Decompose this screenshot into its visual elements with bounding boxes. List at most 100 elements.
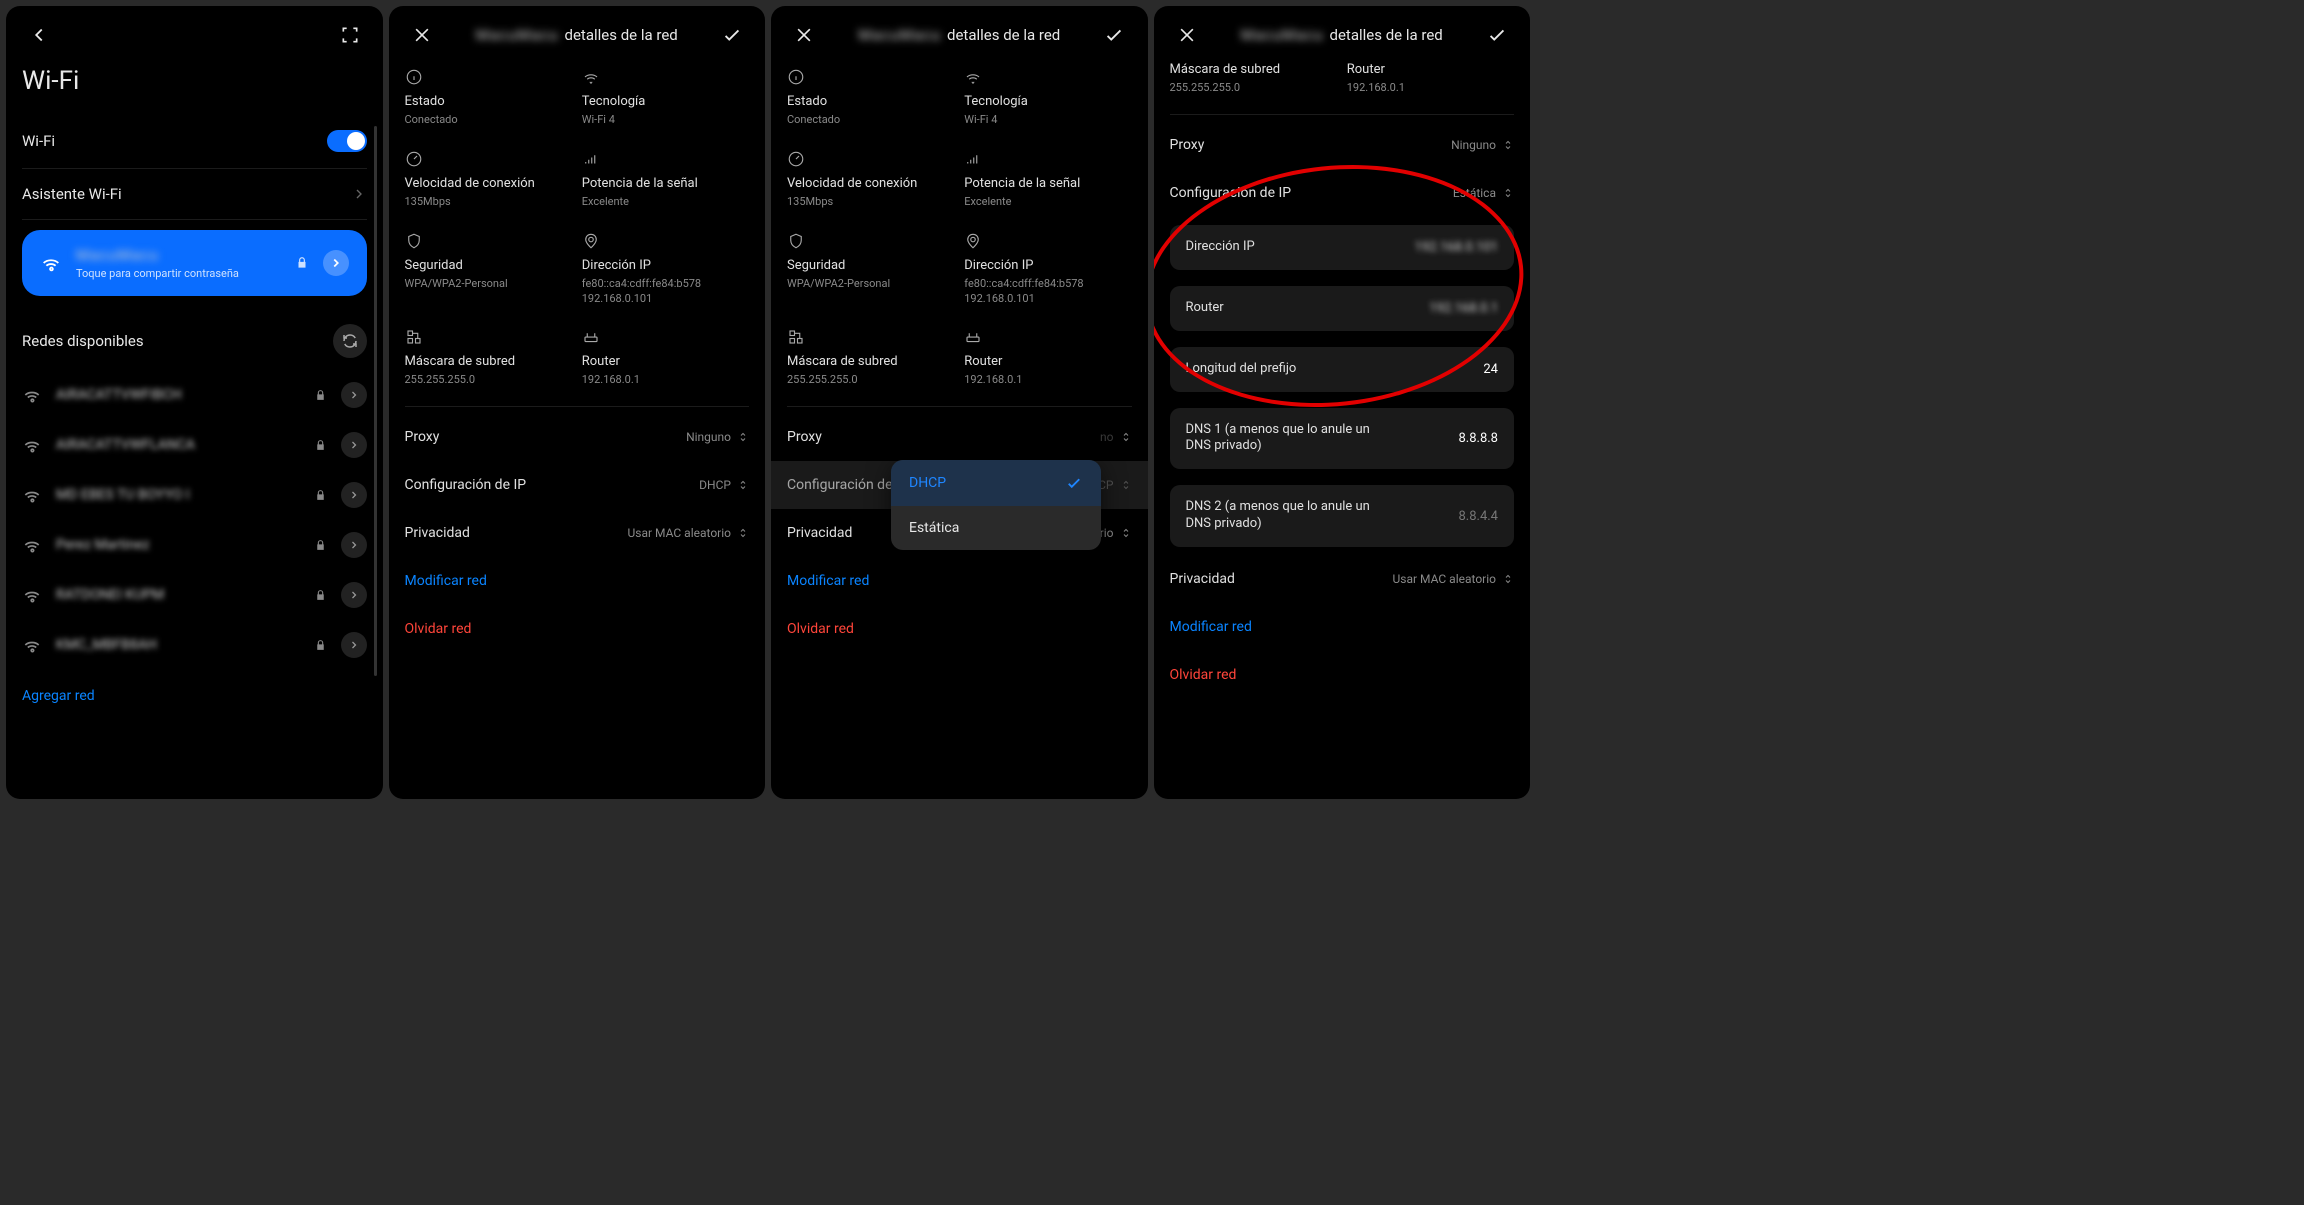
direccion-ip-field[interactable]: Dirección IP 192.168.0.101	[1170, 225, 1515, 270]
tecnologia-label: Tecnología	[582, 94, 749, 109]
updown-icon	[1120, 526, 1132, 540]
seguridad-label: Seguridad	[405, 258, 572, 273]
detail-title-suffix: detalles de la red	[947, 26, 1060, 44]
ip-icon	[964, 232, 1131, 252]
privacidad-row[interactable]: Privacidad Usar MAC aleatorio	[1170, 555, 1515, 603]
detail-chevron-icon[interactable]	[323, 250, 349, 276]
network-item[interactable]: RATDONEI KUPM	[22, 570, 367, 620]
estado-value: Conectado	[405, 113, 572, 128]
network-name: Perez Martinez	[56, 537, 300, 553]
detail-title-ssid: MacuMacu	[1241, 26, 1324, 44]
connected-ssid: MacuMacu	[76, 246, 159, 264]
detail-title-suffix: detalles de la red	[565, 26, 678, 44]
popup-option-estatica[interactable]: Estática	[891, 506, 1101, 550]
subnet-icon	[405, 328, 572, 348]
network-list: AIRACATTVWFIBCH AIRACATTVWFLANCA MD EBES T…	[22, 370, 367, 670]
modificar-red-link[interactable]: Modificar red	[405, 557, 750, 605]
wifi-icon	[22, 485, 42, 505]
close-icon[interactable]	[787, 25, 821, 45]
ipconfig-row[interactable]: Configuración de IP DHCP	[405, 461, 750, 509]
lock-icon	[295, 256, 309, 270]
close-icon[interactable]	[1170, 25, 1204, 45]
lock-icon	[314, 639, 327, 652]
check-icon	[1065, 474, 1083, 492]
dns1-field[interactable]: DNS 1 (a menos que lo anule un DNS priva…	[1170, 408, 1515, 470]
confirm-icon[interactable]	[1097, 24, 1131, 46]
dns2-field[interactable]: DNS 2 (a menos que lo anule un DNS priva…	[1170, 485, 1515, 547]
detail-chevron-icon[interactable]	[341, 632, 367, 658]
wifi-assistant-row[interactable]: Asistente Wi-Fi	[22, 168, 367, 220]
updown-icon	[1120, 478, 1132, 492]
confirm-icon[interactable]	[715, 24, 749, 46]
network-static-config-screen: MacuMacu detalles de la red Máscara de s…	[1154, 6, 1531, 799]
back-icon[interactable]	[22, 24, 56, 46]
wifi-icon	[22, 435, 42, 455]
modificar-red-link[interactable]: Modificar red	[1170, 603, 1515, 651]
router-label: Router	[582, 354, 749, 369]
confirm-icon[interactable]	[1480, 24, 1514, 46]
wifi-icon	[22, 535, 42, 555]
velocidad-value: 135Mbps	[405, 195, 572, 210]
subnet-icon	[787, 328, 954, 348]
olvidar-red-link[interactable]: Olvidar red	[787, 605, 1132, 653]
detail-title-suffix: detalles de la red	[1330, 26, 1443, 44]
wifi-tech-icon	[964, 68, 1131, 88]
router-label: Router	[1347, 62, 1514, 77]
detail-chevron-icon[interactable]	[341, 432, 367, 458]
lock-icon	[314, 389, 327, 402]
lock-icon	[314, 589, 327, 602]
network-details-screen-popup: MacuMacu detalles de la red EstadoConect…	[771, 6, 1148, 799]
proxy-row[interactable]: Proxy no	[787, 413, 1132, 461]
network-item[interactable]: Perez Martinez	[22, 520, 367, 570]
wifi-toggle[interactable]	[327, 130, 367, 152]
lock-icon	[314, 489, 327, 502]
router-field[interactable]: Router 192.168.0.1	[1170, 286, 1515, 331]
add-network-link[interactable]: Agregar red	[22, 688, 367, 704]
close-icon[interactable]	[405, 25, 439, 45]
network-item[interactable]: KMC_MBFB8AH	[22, 620, 367, 670]
updown-icon	[1120, 430, 1132, 444]
detail-chevron-icon[interactable]	[341, 582, 367, 608]
router-value: 192.168.0.1	[582, 373, 749, 388]
signal-icon	[582, 150, 749, 170]
updown-icon	[1502, 138, 1514, 152]
network-item[interactable]: MD EBES TU BOYYO I	[22, 470, 367, 520]
detail-chevron-icon[interactable]	[341, 382, 367, 408]
lock-icon	[314, 439, 327, 452]
shield-icon	[787, 232, 954, 252]
shield-icon	[405, 232, 572, 252]
mascara-label: Máscara de subred	[405, 354, 572, 369]
privacidad-row[interactable]: Privacidad Usar MAC aleatorio	[405, 509, 750, 557]
prefijo-field[interactable]: Longitud del prefijo 24	[1170, 347, 1515, 392]
wifi-icon	[22, 635, 42, 655]
wifi-toggle-row[interactable]: Wi-Fi	[22, 114, 367, 168]
router-icon	[582, 328, 749, 348]
popup-option-dhcp[interactable]: DHCP	[891, 460, 1101, 506]
connected-network-card[interactable]: MacuMacu Toque para compartir contraseña	[22, 230, 367, 296]
network-item[interactable]: AIRACATTVWFIBCH	[22, 370, 367, 420]
proxy-row[interactable]: Proxy Ninguno	[1170, 121, 1515, 169]
refresh-icon[interactable]	[333, 324, 367, 358]
info-icon	[405, 68, 572, 88]
info-icon	[787, 68, 954, 88]
network-name: KMC_MBFB8AH	[56, 637, 300, 653]
scrollbar[interactable]	[374, 126, 377, 676]
olvidar-red-link[interactable]: Olvidar red	[1170, 651, 1515, 699]
updown-icon	[1502, 186, 1514, 200]
seguridad-value: WPA/WPA2-Personal	[405, 277, 572, 292]
network-name: AIRACATTVWFLANCA	[56, 437, 300, 453]
proxy-row[interactable]: Proxy Ninguno	[405, 413, 750, 461]
detail-chevron-icon[interactable]	[341, 482, 367, 508]
detail-chevron-icon[interactable]	[341, 532, 367, 558]
page-title: Wi-Fi	[22, 66, 367, 96]
estado-label: Estado	[405, 94, 572, 109]
scan-icon[interactable]	[333, 25, 367, 45]
network-name: MD EBES TU BOYYO I	[56, 487, 300, 503]
modificar-red-link[interactable]: Modificar red	[787, 557, 1132, 605]
olvidar-red-link[interactable]: Olvidar red	[405, 605, 750, 653]
network-name: RATDONEI KUPM	[56, 587, 300, 603]
velocidad-label: Velocidad de conexión	[405, 176, 572, 191]
ipconfig-row[interactable]: Configuración de IP Estática	[1170, 169, 1515, 217]
network-item[interactable]: AIRACATTVWFLANCA	[22, 420, 367, 470]
wifi-icon	[40, 252, 62, 274]
